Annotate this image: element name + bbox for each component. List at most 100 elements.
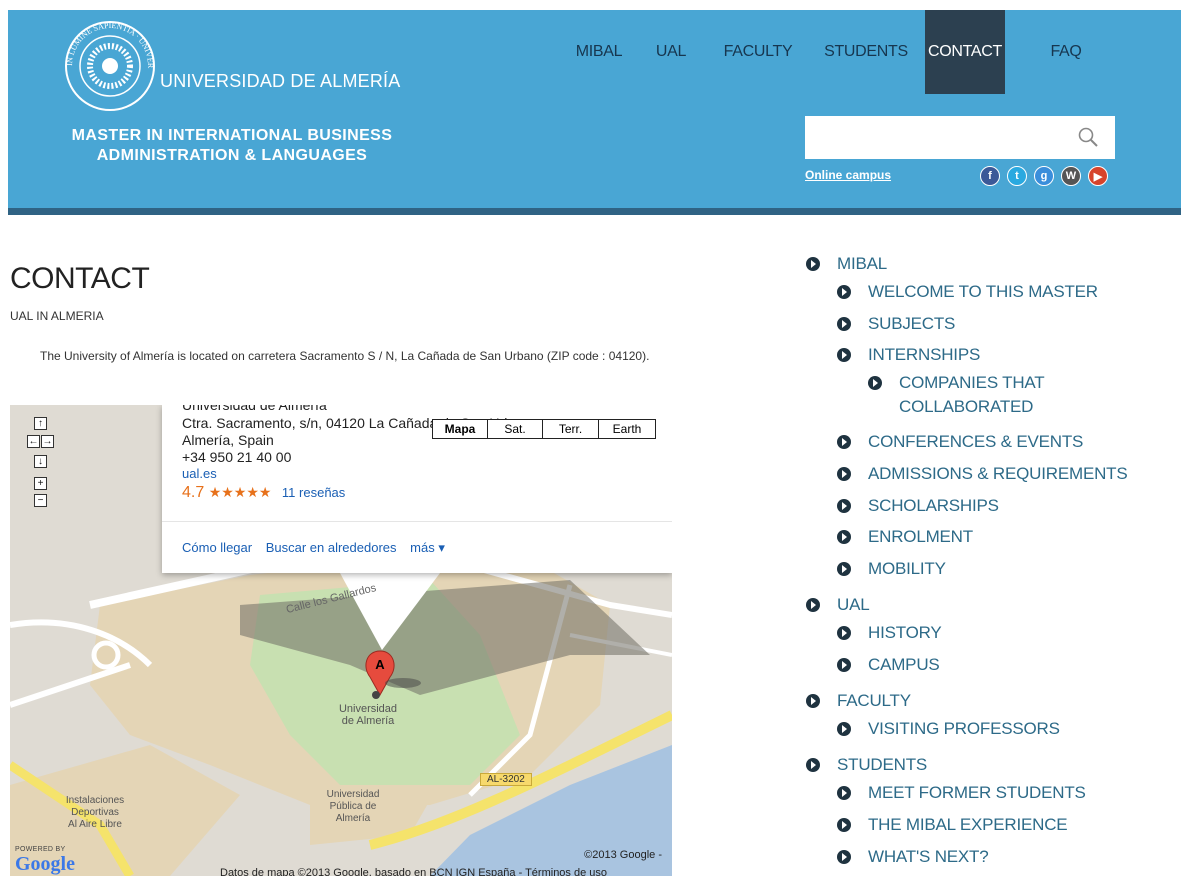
more-link[interactable]: más ▾ xyxy=(410,540,445,555)
sidebar-item-history[interactable]: HISTORY xyxy=(837,621,942,645)
header-divider xyxy=(8,208,1181,215)
location-paragraph: The University of Almería is located on … xyxy=(40,349,650,363)
search-box[interactable] xyxy=(805,116,1115,159)
master-title-line-1: MASTER IN INTERNATIONAL BUSINESS xyxy=(71,127,393,144)
arrow-bullet-icon xyxy=(837,658,851,672)
arrow-bullet-icon xyxy=(837,818,851,832)
directions-link[interactable]: Cómo llegar xyxy=(182,540,252,555)
master-title-line-2: ADMINISTRATION & LANGUAGES xyxy=(96,147,368,164)
zoom-out-button[interactable]: − xyxy=(34,494,47,507)
arrow-bullet-icon xyxy=(806,257,820,271)
youtube-icon[interactable]: ▶ xyxy=(1088,166,1108,186)
nav-mibal[interactable]: MIBAL xyxy=(563,10,635,94)
nav-faq[interactable]: FAQ xyxy=(1036,10,1096,94)
sidebar-item-mibal[interactable]: MIBAL xyxy=(806,252,887,276)
page-title: CONTACT xyxy=(10,262,150,295)
arrow-bullet-icon xyxy=(868,376,882,390)
online-campus-link[interactable]: Online campus xyxy=(805,168,891,182)
sidebar-item-enrolment[interactable]: ENROLMENT xyxy=(837,525,973,549)
sidebar-item-label: WELCOME TO THIS MASTER xyxy=(868,282,1098,301)
arrow-bullet-icon xyxy=(837,435,851,449)
map-type-satellite-button[interactable]: Sat. xyxy=(487,419,543,439)
place-name: Universidad de Almería xyxy=(182,405,327,413)
sidebar-item-label: CAMPUS xyxy=(868,655,940,674)
arrow-bullet-icon xyxy=(837,348,851,362)
nav-ual[interactable]: UAL xyxy=(648,10,694,94)
arrow-bullet-icon xyxy=(806,694,820,708)
sidebar-item-subjects[interactable]: SUBJECTS xyxy=(837,312,955,336)
sidebar-item-what-s-next[interactable]: WHAT'S NEXT? xyxy=(837,845,989,869)
google-wordmark: Google xyxy=(15,853,75,875)
zoom-in-button[interactable]: + xyxy=(34,477,47,490)
place-website-link[interactable]: ual.es xyxy=(182,466,217,482)
place-rating: 4.7 ★★★★★ 11 reseñas xyxy=(182,483,345,502)
sidebar-item-scholarships[interactable]: SCHOLARSHIPS xyxy=(837,494,999,518)
campus-label: Universidad de Almería xyxy=(338,703,398,727)
search-nearby-link[interactable]: Buscar en alrededores xyxy=(266,540,397,555)
sidebar-item-label: CONFERENCES & EVENTS xyxy=(868,432,1084,451)
university-name[interactable]: UNIVERSIDAD DE ALMERÍA xyxy=(160,71,400,92)
sidebar-item-label: MIBAL xyxy=(837,254,888,273)
arrow-bullet-icon xyxy=(837,626,851,640)
sidebar-item-welcome-to-this-master[interactable]: WELCOME TO THIS MASTER xyxy=(837,280,1098,304)
sidebar-item-campus[interactable]: CAMPUS xyxy=(837,653,940,677)
pan-right-button[interactable]: → xyxy=(41,435,54,448)
info-separator xyxy=(162,521,672,522)
sidebar-item-mobility[interactable]: MOBILITY xyxy=(837,557,946,581)
map-attribution[interactable]: Datos de mapa ©2013 Google, basado en BC… xyxy=(220,867,607,876)
sidebar-item-internships[interactable]: INTERNSHIPS xyxy=(837,343,980,367)
rating-stars-icon: ★★★★★ xyxy=(208,484,272,500)
sidebar-item-the-mibal-experience[interactable]: THE MIBAL EXPERIENCE xyxy=(837,813,1068,837)
nav-students[interactable]: STUDENTS xyxy=(812,10,920,94)
map-type-terrain-button[interactable]: Terr. xyxy=(542,419,599,439)
sidebar-item-label: FACULTY xyxy=(837,691,911,710)
twitter-icon[interactable]: t xyxy=(1007,166,1027,186)
sidebar-item-label: COMPANIES THAT COLLABORATED xyxy=(899,373,1045,416)
map-type-mapa-button[interactable]: Mapa xyxy=(432,419,488,439)
facebook-icon[interactable]: f xyxy=(980,166,1000,186)
google-plus-icon[interactable]: g xyxy=(1034,166,1054,186)
sidebar-item-label: ENROLMENT xyxy=(868,527,973,546)
google-logo: POWERED BY Google xyxy=(15,846,75,876)
sidebar-item-students[interactable]: STUDENTS xyxy=(806,753,927,777)
google-map[interactable]: A ↑ ← → ↓ + − Universidad de Almería Ctr… xyxy=(10,405,672,876)
search-icon[interactable] xyxy=(1077,126,1099,148)
pan-left-button[interactable]: ← xyxy=(27,435,40,448)
sidebar-item-label: MOBILITY xyxy=(868,559,946,578)
sidebar-item-ual[interactable]: UAL xyxy=(806,593,870,617)
arrow-bullet-icon xyxy=(837,499,851,513)
sidebar-item-conferences-events[interactable]: CONFERENCES & EVENTS xyxy=(837,430,1083,454)
road-sign: AL-3202 xyxy=(480,773,532,786)
pan-down-button[interactable]: ↓ xyxy=(34,455,47,468)
map-type-earth-button[interactable]: Earth xyxy=(598,419,656,439)
reviews-link[interactable]: 11 reseñas xyxy=(282,485,345,500)
university-seal-icon[interactable]: IN LUMINE SAPIENTIA · UNIVERSITAS ALMERI… xyxy=(62,18,158,114)
sidebar-item-meet-former-students[interactable]: MEET FORMER STUDENTS xyxy=(837,781,1086,805)
nav-faculty[interactable]: FACULTY xyxy=(712,10,804,94)
arrow-bullet-icon xyxy=(837,562,851,576)
place-phone: +34 950 21 40 00 xyxy=(182,449,292,465)
sidebar-item-admissions-requirements[interactable]: ADMISSIONS & REQUIREMENTS xyxy=(837,462,1128,486)
nav-contact[interactable]: CONTACT xyxy=(925,10,1005,94)
sidebar-item-companies-that-collaborated[interactable]: COMPANIES THAT COLLABORATED xyxy=(868,371,1068,419)
arrow-bullet-icon xyxy=(837,850,851,864)
pan-up-button[interactable]: ↑ xyxy=(34,417,47,430)
sidebar-item-faculty[interactable]: FACULTY xyxy=(806,689,911,713)
sidebar-item-visiting-professors[interactable]: VISITING PROFESSORS xyxy=(837,717,1060,741)
sidebar-item-label: HISTORY xyxy=(868,623,942,642)
powered-by-label: POWERED BY xyxy=(15,846,66,853)
sports-label: Instalaciones Deportivas Al Aire Libre xyxy=(65,795,125,830)
map-marker-label: A xyxy=(375,657,385,672)
public-university-label: Universidad Pública de Almería xyxy=(326,789,380,824)
sidebar-item-label: SUBJECTS xyxy=(868,314,956,333)
arrow-bullet-icon xyxy=(837,722,851,736)
arrow-bullet-icon xyxy=(806,758,820,772)
sidebar-item-label: UAL xyxy=(837,595,870,614)
sidebar-item-label: WHAT'S NEXT? xyxy=(868,847,989,866)
place-city: Almería, Spain xyxy=(182,432,274,448)
sidebar-item-label: INTERNSHIPS xyxy=(868,345,981,364)
map-copyright: ©2013 Google - xyxy=(584,849,662,861)
sidebar-item-label: VISITING PROFESSORS xyxy=(868,719,1060,738)
wordpress-icon[interactable]: W xyxy=(1061,166,1081,186)
page-subtitle: UAL IN ALMERIA xyxy=(10,309,104,323)
